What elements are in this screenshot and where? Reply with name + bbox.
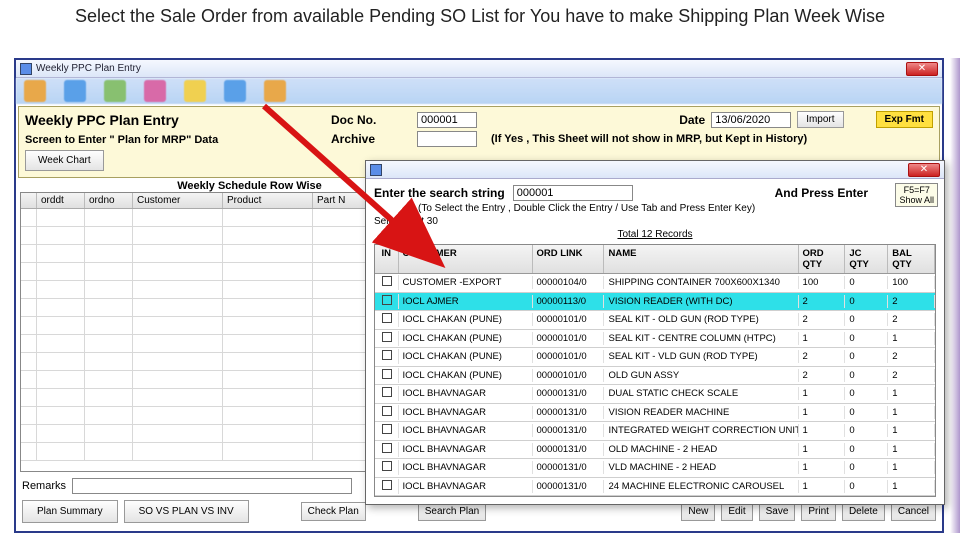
plan-summary-button[interactable]: Plan Summary bbox=[22, 500, 118, 523]
result-row[interactable]: CUSTOMER -EXPORT00000104/0SHIPPING CONTA… bbox=[375, 274, 935, 293]
row-checkbox[interactable] bbox=[382, 276, 392, 286]
result-col-header[interactable]: IN bbox=[375, 245, 399, 273]
grid-col-header[interactable]: orddt bbox=[37, 193, 85, 208]
popup-titlebar: ✕ bbox=[366, 161, 944, 179]
search-hint: (To Select the Entry , Double Click the … bbox=[378, 203, 936, 214]
popup-icon bbox=[370, 164, 382, 176]
row-checkbox[interactable] bbox=[382, 295, 392, 305]
result-row[interactable]: IOCL AJMER00000113/0VISION READER (WITH … bbox=[375, 293, 935, 312]
archive-input[interactable] bbox=[417, 131, 477, 147]
result-row[interactable]: IOCL CHAKAN (PUNE)00000101/0OLD GUN ASSY… bbox=[375, 367, 935, 386]
row-checkbox[interactable] bbox=[382, 443, 392, 453]
result-row[interactable]: IOCL CHAKAN (PUNE)00000101/0SEAL KIT - O… bbox=[375, 311, 935, 330]
date-label: Date bbox=[679, 113, 705, 127]
search-popup: ✕ F5=F7 Show All Enter the search string… bbox=[365, 160, 945, 505]
window-title: Weekly PPC Plan Entry bbox=[36, 63, 141, 74]
row-checkbox[interactable] bbox=[382, 461, 392, 471]
row-checkbox[interactable] bbox=[382, 350, 392, 360]
popup-close-icon[interactable]: ✕ bbox=[908, 163, 940, 177]
result-col-header[interactable]: ORD QTY bbox=[799, 245, 846, 273]
docno-input[interactable] bbox=[417, 112, 477, 128]
page-subtitle: Screen to Enter " Plan for MRP" Data bbox=[25, 134, 218, 146]
grid-col-header[interactable]: Customer bbox=[133, 193, 223, 208]
result-row[interactable]: IOCL BHAVNAGAR00000131/024 MACHINE ELECT… bbox=[375, 478, 935, 497]
row-checkbox[interactable] bbox=[382, 480, 392, 490]
result-table: INCUSTOMERORD LINKNAMEORD QTYJC QTYBAL Q… bbox=[374, 244, 936, 497]
remarks-input[interactable] bbox=[72, 478, 352, 494]
row-checkbox[interactable] bbox=[382, 387, 392, 397]
result-col-header[interactable]: ORD LINK bbox=[533, 245, 605, 273]
result-col-header[interactable]: JC QTY bbox=[845, 245, 888, 273]
row-checkbox[interactable] bbox=[382, 424, 392, 434]
grid-col-header[interactable]: ordno bbox=[85, 193, 133, 208]
result-row[interactable]: IOCL BHAVNAGAR00000131/0OLD MACHINE - 2 … bbox=[375, 441, 935, 460]
result-row[interactable]: IOCL CHAKAN (PUNE)00000101/0SEAL KIT - V… bbox=[375, 348, 935, 367]
app-icon bbox=[20, 63, 32, 75]
result-col-header[interactable]: NAME bbox=[604, 245, 798, 273]
main-titlebar: Weekly PPC Plan Entry ✕ bbox=[16, 60, 942, 78]
row-checkbox[interactable] bbox=[382, 406, 392, 416]
row-checkbox[interactable] bbox=[382, 369, 392, 379]
background-taskbar bbox=[16, 78, 942, 104]
close-icon[interactable]: ✕ bbox=[906, 62, 938, 76]
archive-label: Archive bbox=[331, 132, 411, 146]
right-border-decoration bbox=[950, 58, 960, 533]
search-label: Enter the search string bbox=[374, 186, 505, 200]
instruction-text: Select the Sale Order from available Pen… bbox=[0, 0, 960, 31]
result-col-header[interactable]: BAL QTY bbox=[888, 245, 935, 273]
result-row[interactable]: IOCL CHAKAN (PUNE)00000101/0SEAL KIT - C… bbox=[375, 330, 935, 349]
import-button[interactable]: Import bbox=[797, 111, 843, 128]
press-enter-label: And Press Enter bbox=[775, 186, 868, 200]
docno-label: Doc No. bbox=[331, 113, 411, 127]
row-checkbox[interactable] bbox=[382, 313, 392, 323]
row-checkbox[interactable] bbox=[382, 332, 392, 342]
so-vs-plan-button[interactable]: SO VS PLAN VS INV bbox=[124, 500, 249, 523]
week-chart-button[interactable]: Week Chart bbox=[25, 150, 104, 171]
page-title: Weekly PPC Plan Entry bbox=[25, 112, 325, 128]
date-input[interactable] bbox=[711, 112, 791, 128]
record-count: Total 12 Records bbox=[374, 229, 936, 240]
grid-col-header[interactable]: Product bbox=[223, 193, 313, 208]
grid-col-header[interactable] bbox=[21, 193, 37, 208]
archive-hint: (If Yes , This Sheet will not show in MR… bbox=[491, 133, 807, 145]
result-row[interactable]: IOCL BHAVNAGAR00000131/0VLD MACHINE - 2 … bbox=[375, 459, 935, 478]
check-plan-button[interactable]: Check Plan bbox=[301, 502, 366, 521]
remarks-label: Remarks bbox=[22, 480, 66, 492]
grid-col-header[interactable]: Part N bbox=[313, 193, 373, 208]
result-row[interactable]: IOCL BHAVNAGAR00000131/0VISION READER MA… bbox=[375, 404, 935, 423]
result-col-header[interactable]: CUSTOMER bbox=[399, 245, 533, 273]
show-all-button[interactable]: F5=F7 Show All bbox=[895, 183, 938, 207]
search-input[interactable] bbox=[513, 185, 633, 201]
select-first-label: Select First 30 bbox=[374, 216, 438, 227]
result-row[interactable]: IOCL BHAVNAGAR00000131/0DUAL STATIC CHEC… bbox=[375, 385, 935, 404]
result-row[interactable]: IOCL BHAVNAGAR00000131/0INTEGRATED WEIGH… bbox=[375, 422, 935, 441]
export-format-button[interactable]: Exp Fmt bbox=[876, 111, 933, 128]
